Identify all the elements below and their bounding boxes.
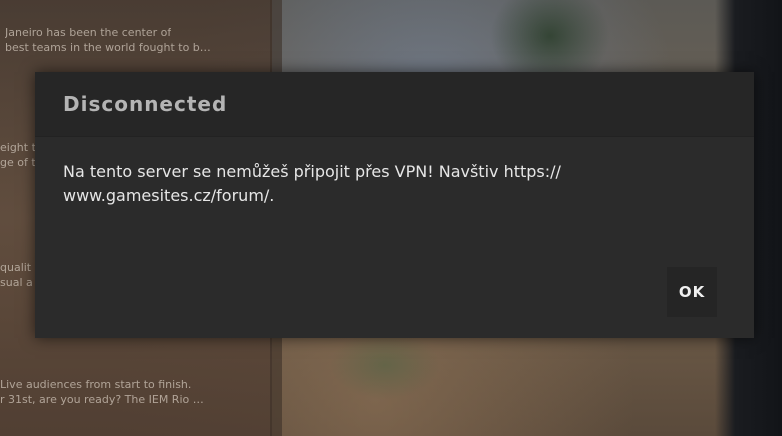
dialog-title: Disconnected xyxy=(63,92,228,116)
news-text-line: qualit xyxy=(0,261,32,274)
news-text-line: sual a xyxy=(0,276,33,289)
disconnected-dialog: Disconnected Na tento server se nemůžeš … xyxy=(35,72,754,338)
news-text-line: Janeiro has been the center of xyxy=(5,26,172,39)
dialog-header: Disconnected xyxy=(35,72,754,137)
news-text-line: eight t xyxy=(0,141,36,154)
news-text-line: Live audiences from start to finish. xyxy=(0,378,192,391)
news-text-line: ge of t xyxy=(0,156,36,169)
ok-button[interactable]: OK xyxy=(667,267,717,317)
news-text-line: r 31st, are you ready? The IEM Rio … xyxy=(0,393,204,406)
background-bush xyxy=(330,330,440,400)
dialog-message: Na tento server se nemůžeš připojit přes… xyxy=(63,162,561,205)
news-text-line: best teams in the world fought to b… xyxy=(5,41,211,54)
